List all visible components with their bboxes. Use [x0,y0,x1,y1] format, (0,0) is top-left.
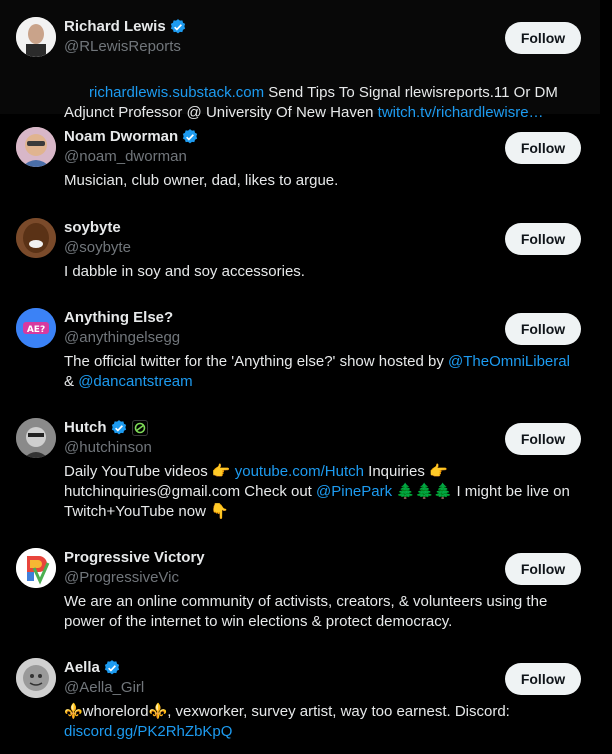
avatar[interactable] [16,658,56,698]
display-name[interactable]: soybyte [64,218,121,238]
avatar[interactable] [16,218,56,258]
bio-link[interactable]: discord.gg/PK2RhZbKpQ [64,723,232,740]
bio-link[interactable]: youtube.com/Hutch [235,463,364,480]
avatar[interactable] [16,548,56,588]
bio-mention-link[interactable]: @PinePark [316,483,392,500]
bio-mention-link[interactable]: @dancantstream [78,373,192,390]
bio-link[interactable]: richardlewis.substack.com [89,84,264,101]
avatar[interactable] [16,418,56,458]
verified-badge-icon [104,660,119,675]
affiliate-badge-icon[interactable] [131,420,148,436]
follow-button[interactable]: Follow [505,22,581,54]
user-bio: ⚜️whorelord⚜️, vexworker, survey artist,… [64,702,600,742]
follow-button[interactable]: Follow [505,553,581,585]
verified-badge-icon [111,420,126,435]
user-bio: I dabble in soy and soy accessories. [64,262,600,282]
display-name[interactable]: Progressive Victory [64,548,205,568]
bio-text: We are an online community of activists,… [64,593,552,630]
svg-text:AE?: AE? [27,325,45,335]
bio-text: ⚜️whorelord⚜️, vexworker, survey artist,… [64,703,515,720]
avatar[interactable] [16,127,56,167]
who-to-follow-list: Richard Lewis @RLewisReports richardlewi… [0,0,612,754]
bio-text: Daily YouTube videos 👉 [64,463,235,480]
user-bio: Musician, club owner, dad, likes to argu… [64,171,600,191]
display-name[interactable]: Hutch [64,418,107,438]
follow-button[interactable]: Follow [505,423,581,455]
user-card[interactable]: Hutch @hutchinson Daily YouTube videos 👉… [0,404,600,534]
bio-mention-link[interactable]: @TheOmniLiberal [448,353,570,370]
bio-text: Musician, club owner, dad, likes to argu… [64,172,339,189]
display-name[interactable]: Anything Else? [64,308,173,328]
avatar[interactable]: AE? [16,308,56,348]
scrollbar-track[interactable] [600,0,612,754]
bio-text: I dabble in soy and soy accessories. [64,263,305,280]
user-card[interactable]: soybyte @soybyte I dabble in soy and soy… [0,204,600,294]
avatar[interactable] [16,17,56,57]
follow-button[interactable]: Follow [505,132,581,164]
user-card[interactable]: Noam Dworman @noam_dworman Musician, clu… [0,114,600,204]
display-name[interactable]: Noam Dworman [64,127,178,147]
verified-badge-icon [183,129,198,144]
follow-button[interactable]: Follow [505,223,581,255]
follow-button[interactable]: Follow [505,663,581,695]
display-name[interactable]: Richard Lewis [64,17,166,37]
verified-badge-icon [170,19,185,34]
user-bio: Daily YouTube videos 👉 youtube.com/Hutch… [64,462,600,522]
user-card[interactable]: Aella @Aella_Girl ⚜️whorelord⚜️, vexwork… [0,644,600,754]
user-bio: The official twitter for the 'Anything e… [64,352,600,392]
follow-button[interactable]: Follow [505,313,581,345]
bio-text: The official twitter for the 'Anything e… [64,353,448,370]
user-card[interactable]: AE? Anything Else? @anythingelsegg The o… [0,294,600,404]
user-bio: We are an online community of activists,… [64,592,600,632]
user-card[interactable]: Richard Lewis @RLewisReports richardlewi… [0,0,600,121]
display-name[interactable]: Aella [64,658,100,678]
user-card[interactable]: Progressive Victory @ProgressiveVic We a… [0,534,600,644]
